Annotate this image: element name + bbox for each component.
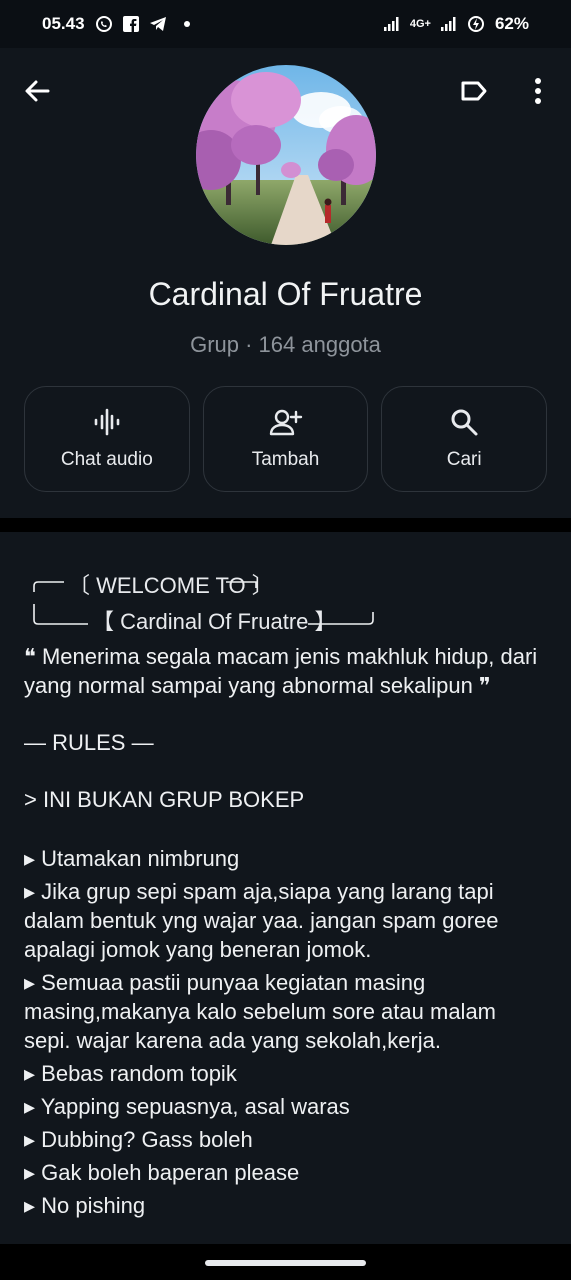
welcome-text: 〔 WELCOME TO 〕 [68, 573, 274, 598]
status-bar-left: 05.43 [42, 14, 195, 34]
search-icon [451, 409, 478, 436]
add-member-button[interactable]: Tambah [202, 386, 369, 492]
add-member-label: Tambah [251, 449, 320, 470]
notification-dot-icon [177, 20, 195, 28]
status-bar: 05.43 4G+ 62% [0, 0, 571, 48]
facebook-icon [122, 16, 139, 32]
status-bar-right: 4G+ 62% [383, 14, 529, 34]
network-type: 4G+ [409, 18, 431, 30]
chat-audio-button[interactable]: Chat audio [24, 386, 190, 492]
rule-item: ▸ Bebas random topik [24, 1061, 237, 1086]
group-name-banner: 【 Cardinal Of Fruatre 】 [24, 604, 547, 642]
rule-item: ▸ Yapping sepuasnya, asal waras [24, 1094, 350, 1119]
navigation-bar [0, 1244, 571, 1280]
more-vert-icon [535, 78, 541, 104]
rule-item: ▸ Utamakan nimbrung [24, 846, 240, 871]
search-button[interactable]: Cari [381, 386, 548, 492]
label-button[interactable] [459, 76, 489, 106]
signal-2-icon [440, 17, 457, 31]
label-icon [461, 81, 487, 101]
battery-level: 62% [494, 14, 529, 33]
search-label: Cari [446, 449, 482, 470]
audio-waveform-icon [94, 408, 120, 436]
rule-item: ▸ Semuaa pastii punyaa kegiatan masing m… [24, 970, 503, 1053]
more-options-button[interactable] [528, 74, 548, 108]
avatar-image [196, 65, 376, 245]
add-person-icon [269, 409, 302, 436]
action-buttons: Chat audio Tambah Cari [24, 386, 548, 492]
signal-icon [383, 17, 400, 31]
whatsapp-icon [95, 15, 113, 33]
section-divider [0, 518, 571, 532]
welcome-banner: 〔 WELCOME TO 〕 [24, 566, 547, 604]
rule-item: ▸ Dubbing? Gass boleh [24, 1127, 253, 1152]
group-subtitle: Grup · 164 anggota [190, 332, 381, 357]
rule-item: ▸ Jika grup sepi spam aja,siapa yang lar… [24, 879, 505, 962]
telegram-icon [149, 16, 167, 32]
group-description: 〔 WELCOME TO 〕 【 Cardinal Of Fruatre 】 ❝… [0, 532, 571, 1244]
rule-item: ▸ Gak boleh baperan please [24, 1160, 300, 1185]
status-time: 05.43 [42, 14, 85, 33]
arrow-back-icon [25, 80, 50, 102]
data-saver-icon [467, 15, 485, 33]
rules-heading: — RULES — [24, 730, 154, 755]
rule-item: ▸ No pishing [24, 1193, 146, 1218]
chat-audio-label: Chat audio [60, 449, 153, 470]
group-name: Cardinal Of Fruatre [148, 276, 423, 312]
cardinal-text: 【 Cardinal Of Fruatre 】 [92, 609, 337, 634]
intro-text: ❝ Menerima segala macam jenis makhluk hi… [24, 644, 544, 698]
home-gesture-handle[interactable] [205, 1260, 366, 1266]
group-avatar[interactable] [196, 65, 376, 245]
notice-text: > INI BUKAN GRUP BOKEP [24, 787, 305, 812]
back-button[interactable] [22, 76, 52, 106]
group-header: Cardinal Of Fruatre Grup · 164 anggota C… [0, 48, 571, 518]
